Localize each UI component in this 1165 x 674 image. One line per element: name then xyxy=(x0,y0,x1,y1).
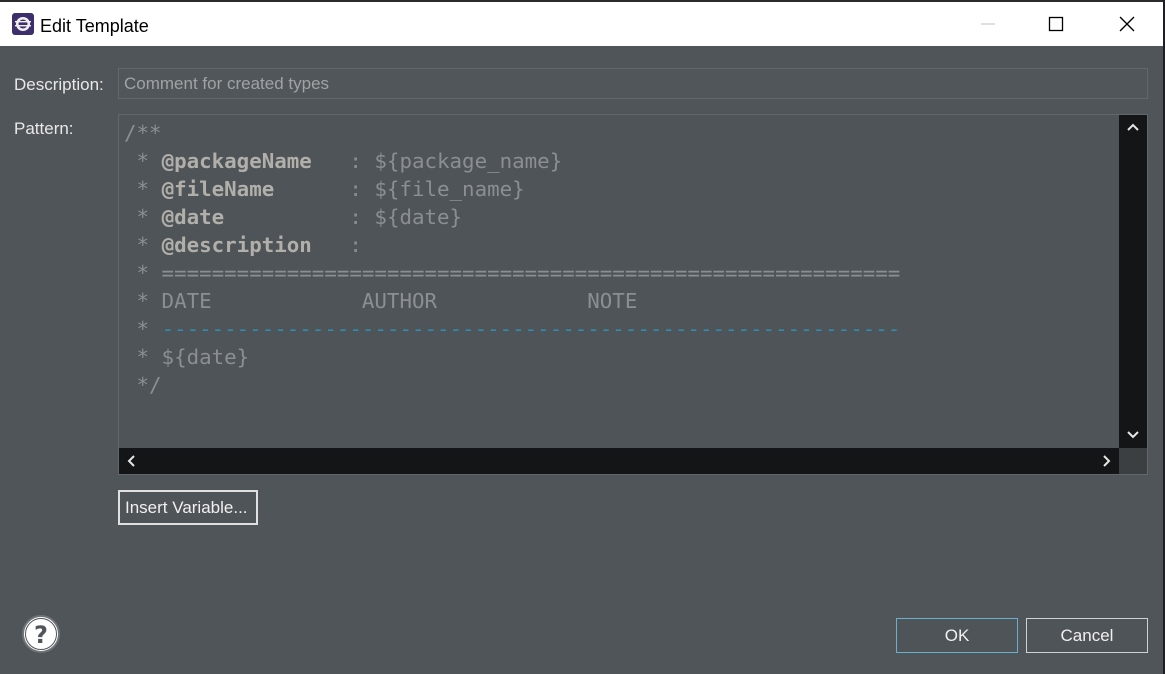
pattern-line: * --------------------------------------… xyxy=(124,315,901,343)
pattern-segment: @date xyxy=(161,205,225,229)
pattern-segment: * xyxy=(124,233,162,257)
pattern-segment: * ======================================… xyxy=(124,261,901,285)
pattern-line: * @fileName : ${file_name} xyxy=(124,175,900,203)
pattern-line: * ${date} xyxy=(124,343,900,371)
eclipse-icon xyxy=(12,13,34,35)
description-label: Description: xyxy=(14,75,104,94)
vertical-scrollbar[interactable] xyxy=(1119,115,1147,449)
pattern-segment: * DATE AUTHOR NOTE xyxy=(124,289,638,313)
pattern-segment: * xyxy=(124,317,162,341)
pattern-segment: : ${package_name} xyxy=(311,149,563,173)
pattern-segment: : ${file_name} xyxy=(274,177,525,201)
scroll-left-icon[interactable] xyxy=(127,455,135,467)
pattern-line: * @date : ${date} xyxy=(124,203,900,231)
minimize-icon xyxy=(981,23,995,25)
scroll-up-icon[interactable] xyxy=(1127,123,1139,131)
pattern-label: Pattern: xyxy=(14,119,74,138)
ok-button[interactable]: OK xyxy=(896,618,1018,653)
pattern-segment: @packageName xyxy=(161,149,312,173)
minimize-button[interactable] xyxy=(953,2,1023,46)
edit-template-dialog: Edit Template Description: Pattern: /** … xyxy=(0,0,1165,674)
pattern-segment: * xyxy=(124,177,162,201)
pattern-editor[interactable]: /** * @packageName : ${package_name} * @… xyxy=(118,114,1148,475)
scroll-corner xyxy=(1119,448,1147,474)
insert-variable-button[interactable]: Insert Variable... xyxy=(118,490,258,525)
maximize-button[interactable] xyxy=(1021,2,1091,46)
close-icon xyxy=(1119,16,1135,32)
scroll-down-icon[interactable] xyxy=(1127,431,1139,439)
pattern-segment: * ${date} xyxy=(124,345,250,369)
pattern-line: * @packageName : ${package_name} xyxy=(124,147,900,175)
pattern-segment: @description xyxy=(161,233,312,257)
pattern-segment: /** xyxy=(124,121,162,145)
scroll-right-icon[interactable] xyxy=(1103,455,1111,467)
pattern-segment: ----------------------------------------… xyxy=(161,317,901,341)
cancel-button[interactable]: Cancel xyxy=(1026,618,1148,653)
pattern-text[interactable]: /** * @packageName : ${package_name} * @… xyxy=(124,119,900,399)
pattern-segment: : ${date} xyxy=(224,205,463,229)
pattern-line: * DATE AUTHOR NOTE xyxy=(124,287,900,315)
horizontal-scrollbar[interactable] xyxy=(119,448,1120,474)
pattern-line: * ======================================… xyxy=(124,259,901,287)
pattern-line: */ xyxy=(124,371,900,399)
close-button[interactable] xyxy=(1092,2,1162,46)
description-input[interactable] xyxy=(118,68,1148,99)
pattern-line: /** xyxy=(124,119,900,147)
pattern-segment: @fileName xyxy=(161,177,275,201)
pattern-segment: * xyxy=(124,149,162,173)
svg-text:?: ? xyxy=(34,621,48,649)
pattern-line: * @description : xyxy=(124,231,900,259)
maximize-icon xyxy=(1048,16,1064,32)
title-bar[interactable]: Edit Template xyxy=(0,0,1163,46)
help-icon[interactable]: ? xyxy=(21,614,61,654)
pattern-segment: : xyxy=(311,233,362,257)
pattern-segment: */ xyxy=(124,373,162,397)
pattern-segment: * xyxy=(124,205,162,229)
window-title: Edit Template xyxy=(40,16,149,36)
